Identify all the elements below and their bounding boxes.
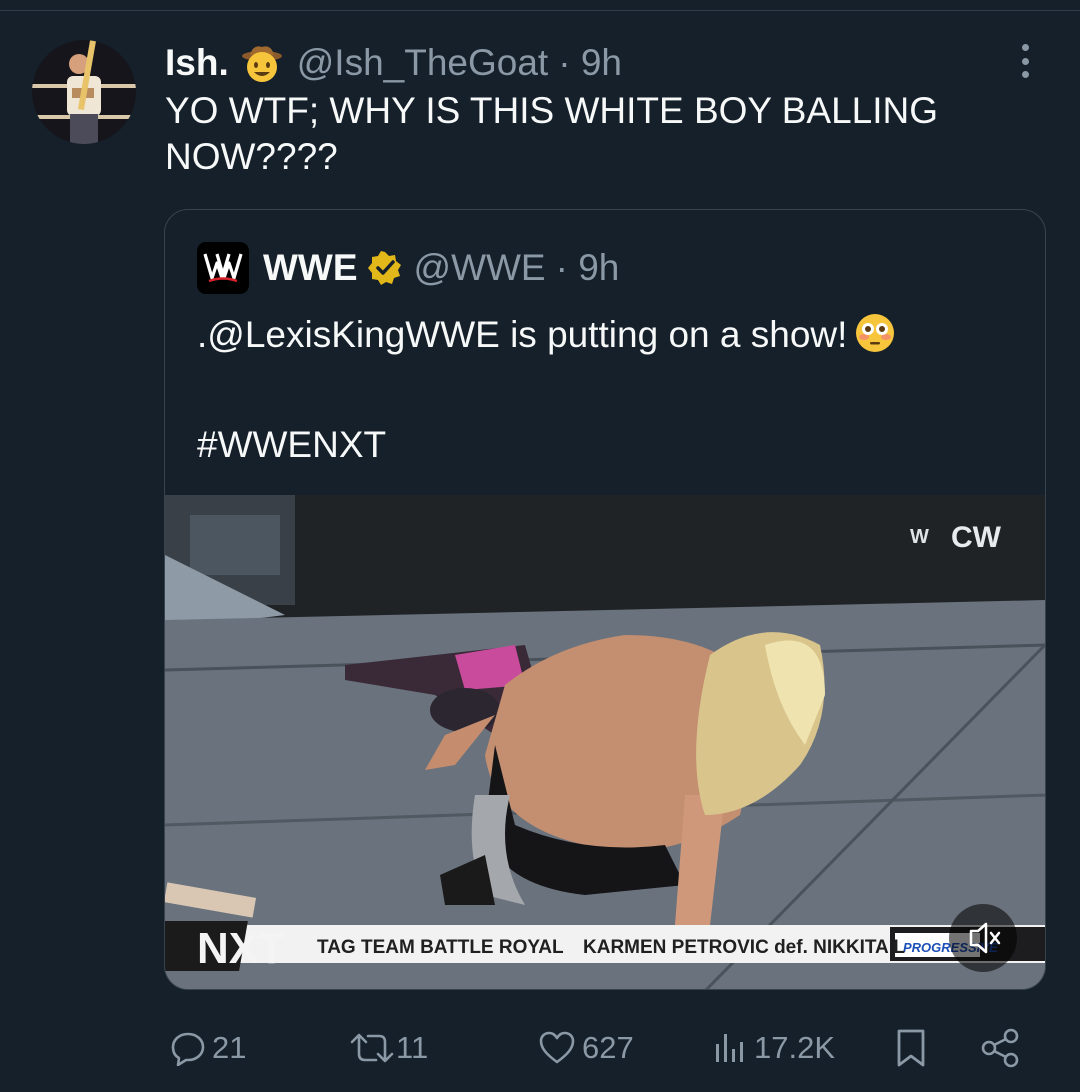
bookmark-icon (897, 1029, 925, 1067)
dot-icon (1021, 71, 1029, 78)
ticker-left: TAG TEAM BATTLE ROYAL (317, 937, 564, 958)
tweet-time[interactable]: · 9h (558, 42, 622, 84)
share-button[interactable] (980, 1020, 1022, 1076)
repost-icon (350, 1033, 394, 1063)
bookmark-button[interactable] (894, 1020, 928, 1076)
tweet-header: Ish. @Ish_TheGoat · 9h (165, 38, 622, 88)
separator (0, 10, 1080, 11)
author-handle[interactable]: @Ish_TheGoat (297, 42, 548, 84)
verified-badge-icon (367, 251, 401, 285)
author-name[interactable]: Ish. (165, 42, 229, 84)
avatar-image (32, 40, 136, 144)
action-bar: 21 11 627 17.2K (0, 1020, 1080, 1076)
network-logo: CW (951, 521, 1002, 554)
avatar[interactable] (32, 40, 136, 144)
more-options-button[interactable] (1012, 42, 1038, 80)
quote-time: · 9h (555, 247, 620, 288)
quote-text: .@LexisKingWWE is putting on a show! (197, 310, 1017, 360)
views-button[interactable]: 17.2K (712, 1020, 835, 1076)
quoted-tweet[interactable]: WWE @WWE · 9h .@LexisKingWWE is putting … (164, 209, 1046, 990)
quote-author-name[interactable]: WWE (263, 247, 358, 289)
flushed-face-icon (856, 314, 895, 352)
reply-icon (171, 1032, 205, 1066)
dot-icon (1021, 44, 1029, 51)
like-count: 627 (582, 1030, 634, 1065)
ticker-right: KARMEN PETROVIC def. NIKKITA L (583, 937, 905, 958)
view-count: 17.2K (754, 1030, 836, 1065)
share-icon (981, 1028, 1019, 1068)
video-frame: W CW PROGRESSIVE TAG TEAM BATTLE ROYAL K… (165, 495, 1045, 989)
wwe-logo-avatar[interactable] (197, 242, 249, 294)
show-logo: NXT (197, 924, 285, 973)
quote-author-handle[interactable]: @WWE (414, 247, 546, 289)
wwe-logo-icon (203, 253, 243, 283)
quote-header: WWE @WWE · 9h (197, 242, 620, 294)
video-player[interactable]: W CW PROGRESSIVE TAG TEAM BATTLE ROYAL K… (165, 495, 1045, 989)
mute-button[interactable] (949, 904, 1017, 972)
cowboy-hat-face-icon (241, 46, 282, 82)
repost-count: 11 (396, 1030, 429, 1065)
reply-button[interactable]: 21 (170, 1020, 246, 1076)
tweet-text: YO WTF; WHY IS THIS WHITE BOY BALLING NO… (165, 90, 939, 177)
hashtag-link[interactable]: #WWENXT (197, 420, 386, 470)
heart-icon (539, 1031, 575, 1064)
dot-icon (1021, 57, 1029, 65)
reply-count: 21 (212, 1030, 247, 1065)
like-button[interactable]: 627 (538, 1020, 634, 1076)
views-icon (716, 1034, 743, 1062)
repost-button[interactable]: 11 (348, 1020, 428, 1076)
quote-text-body: .@LexisKingWWE is putting on a show! (197, 314, 848, 355)
wwe-watermark-icon: W (910, 526, 929, 548)
